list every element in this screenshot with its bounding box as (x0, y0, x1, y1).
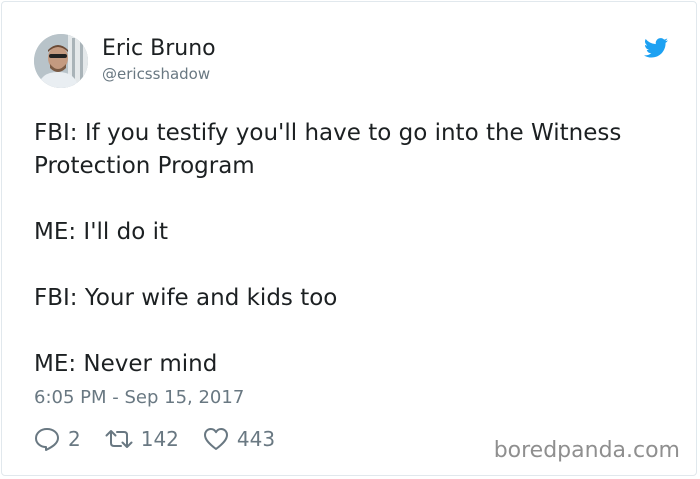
like-button[interactable]: 443 (203, 427, 275, 451)
reply-button[interactable]: 2 (34, 427, 81, 451)
author-display-name[interactable]: Eric Bruno (102, 35, 216, 63)
tweet-timestamp[interactable]: 6:05 PM - Sep 15, 2017 (34, 386, 244, 410)
author-handle[interactable]: @ericsshadow (102, 64, 210, 84)
heart-icon (203, 428, 228, 450)
avatar[interactable] (34, 34, 88, 88)
reply-icon (35, 428, 59, 451)
reply-count: 2 (68, 427, 81, 451)
tweet-text: FBI: If you testify you'll have to go in… (34, 117, 674, 381)
tweet-paragraph: ME: Never mind (34, 351, 218, 377)
tweet-card: Eric Bruno @ericsshadow FBI: If you test… (1, 1, 697, 476)
tweet-paragraph: ME: I'll do it (34, 219, 169, 245)
watermark: boredpanda.com (493, 438, 680, 463)
retweet-button[interactable]: 142 (105, 427, 179, 451)
like-count: 443 (236, 427, 276, 451)
tweet-paragraph: FBI: If you testify you'll have to go in… (34, 120, 622, 179)
tweet-actions: 2 142 443 (34, 425, 299, 453)
retweet-count: 142 (140, 427, 179, 451)
retweet-icon (105, 430, 133, 448)
twitter-bird-icon[interactable] (644, 38, 668, 58)
avatar-image (34, 34, 88, 88)
tweet-paragraph: FBI: Your wife and kids too (34, 285, 338, 311)
